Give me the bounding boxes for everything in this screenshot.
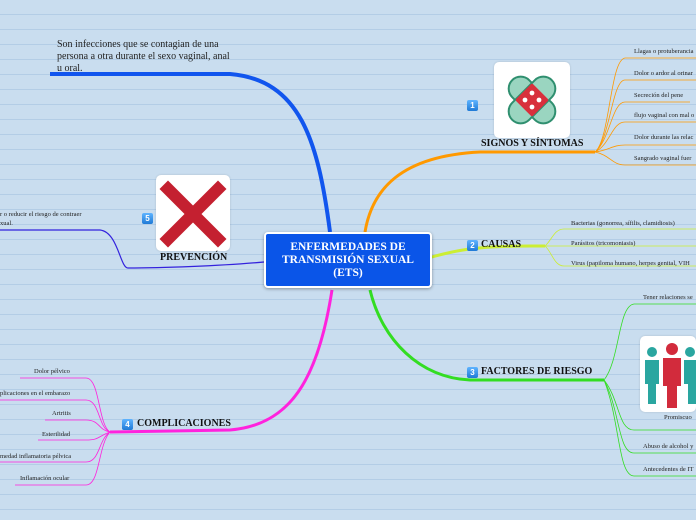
branch-number-badge: 2	[467, 240, 478, 251]
link-signos	[363, 150, 595, 233]
leaf-signos-5[interactable]: Dolor durante las relac	[634, 134, 693, 141]
bandage-image	[494, 62, 570, 138]
bandage-icon	[507, 75, 557, 125]
leaf-signos-6[interactable]: Sangrado vaginal fuer	[634, 155, 691, 162]
leaf-complicaciones-6[interactable]: Inflamación ocular	[20, 475, 69, 482]
branch-signos-title[interactable]: SIGNOS Y SÍNTOMAS	[481, 138, 583, 149]
leaf-causas-2[interactable]: Parásitos (tricomoniasis)	[571, 240, 635, 247]
leaf-signos-3[interactable]: Secreción del pene	[634, 92, 683, 99]
definition-note: Son infecciones que se contagian de una …	[57, 39, 230, 74]
red-x-icon	[159, 180, 227, 248]
leaf-signos-1[interactable]: Llagas o protuberancia	[634, 48, 694, 55]
leaf-complicaciones-2[interactable]: plicaciones en el embarazo	[0, 390, 70, 397]
branch-number-badge: 5	[142, 213, 153, 224]
leaf-factores-2[interactable]: Promiscuo	[664, 414, 692, 421]
leaf-factores-3[interactable]: Abuso de alcohol y	[643, 443, 693, 450]
leaf-complicaciones-1[interactable]: Dolor pélvico	[34, 368, 70, 375]
leaf-signos-4[interactable]: flujo vaginal con mal o	[634, 112, 694, 119]
branch-number-badge: 1	[467, 100, 478, 111]
people-icon	[645, 343, 696, 408]
branch-number-badge: 4	[122, 419, 133, 430]
central-topic[interactable]: ENFERMEDADES DE TRANSMISIÓN SEXUAL (ETS)	[264, 232, 432, 288]
branch-causas-title[interactable]: CAUSAS	[481, 239, 521, 250]
branch-complicaciones-title[interactable]: COMPLICACIONES	[137, 418, 231, 429]
branch-number-badge: 3	[467, 367, 478, 378]
leaf-causas-3[interactable]: Virus (papiloma humano, herpes genital, …	[571, 260, 690, 267]
people-image	[640, 336, 696, 412]
leaf-causas-1[interactable]: Bacterias (gonorrea, sífilis, clamidiosi…	[571, 220, 675, 227]
leaf-signos-2[interactable]: Dolor o ardor al orinar	[634, 70, 693, 77]
leaf-complicaciones-4[interactable]: Esterilidad	[42, 431, 70, 438]
leaf-factores-1[interactable]: Tener relaciones se	[643, 294, 693, 301]
prevencion-text-line1[interactable]: r o reducir el riesgo de contraer	[0, 211, 82, 218]
leaf-factores-4[interactable]: Antecedentes de IT	[643, 466, 694, 473]
red-x-image	[156, 175, 230, 251]
branch-prevencion-title[interactable]: PREVENCIÓN	[160, 252, 227, 263]
prevencion-text-line2[interactable]: xual.	[0, 220, 13, 227]
leaf-complicaciones-5[interactable]: medad inflamatoria pélvica	[0, 453, 71, 460]
branch-factores-title[interactable]: FACTORES DE RIESGO	[481, 366, 592, 377]
link-complicaciones	[109, 289, 334, 434]
leaf-complicaciones-3[interactable]: Artritis	[52, 410, 71, 417]
